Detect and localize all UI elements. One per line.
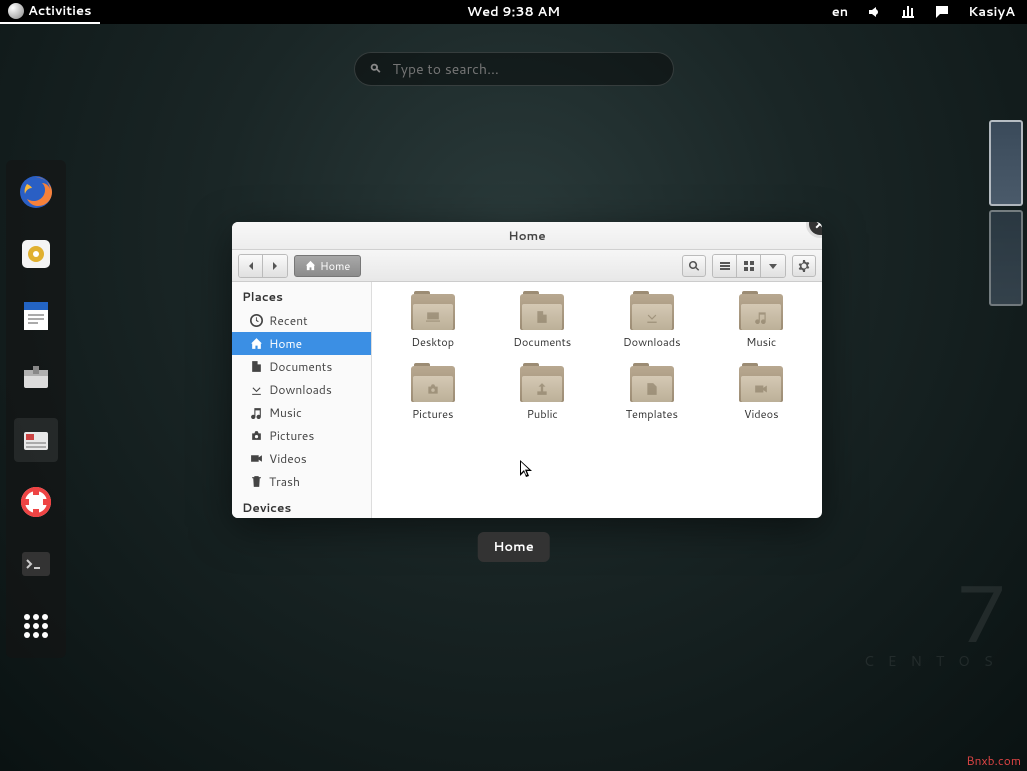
dash-help[interactable] [14,480,58,524]
window-tooltip: Home [477,532,550,562]
watermark: Bnxb.com [966,752,1021,769]
overview-search[interactable] [354,52,674,86]
folder-videos[interactable]: Videos [713,366,811,422]
folder-documents[interactable]: Documents [494,294,592,350]
view-list-button[interactable] [713,255,737,277]
sidebar-item-recent[interactable]: Recent [232,309,371,332]
folder-desktop[interactable]: Desktop [384,294,482,350]
folder-label: Downloads [623,334,681,350]
dash [6,160,66,658]
window-title: Home [508,227,545,244]
folder-label: Documents [513,334,571,350]
language-indicator[interactable]: en [832,3,848,21]
folder-label: Public [527,406,558,422]
sidebar-item-music[interactable]: Music [232,401,371,424]
sidebar-item-label: Recent [269,312,308,329]
sidebar: Places Recent Home Documents Downloads Music… [232,282,372,518]
sidebar-item-label: Videos [269,450,307,467]
toolbar-search-button[interactable] [682,255,706,277]
folder-music[interactable]: Music [713,294,811,350]
workspace-switcher [989,120,1027,306]
home-icon [305,260,316,271]
folder-grid: Desktop Documents Downloads Music Pictures Pu… [372,282,822,518]
system-tray: en KasiyA [832,3,1027,21]
folder-icon [411,366,455,402]
folder-icon [520,366,564,402]
places-heading: Places [232,282,371,309]
clock[interactable]: Wed 9:38 AM [467,3,560,21]
centos-brand: 7 CENTOS [864,571,1007,671]
dash-rhythmbox[interactable] [14,232,58,276]
folder-icon [739,294,783,330]
sidebar-item-label: Documents [269,358,332,375]
search-input[interactable] [393,59,659,79]
preferences-button[interactable] [792,255,816,277]
dash-firefox[interactable] [14,170,58,214]
sidebar-item-label: Pictures [269,427,314,444]
folder-label: Pictures [412,406,454,422]
folder-label: Templates [626,406,678,422]
gear-icon [798,260,810,272]
view-options-button[interactable] [761,255,785,277]
volume-icon[interactable] [866,4,882,20]
dash-files[interactable] [14,418,58,462]
network-icon[interactable] [900,4,916,20]
workspace-2[interactable] [989,210,1023,306]
sidebar-item-trash[interactable]: Trash [232,470,371,493]
sidebar-item-label: Home [269,335,302,352]
top-panel: Activities Wed 9:38 AM en KasiyA [0,0,1027,24]
sidebar-item-label: Music [269,404,302,421]
folder-icon [739,366,783,402]
folder-label: Desktop [411,334,454,350]
sidebar-item-home[interactable]: Home [232,332,371,355]
folder-icon [520,294,564,330]
dash-archive-manager[interactable] [14,356,58,400]
sidebar-item-pictures[interactable]: Pictures [232,424,371,447]
activities-button[interactable]: Activities [0,0,100,24]
user-menu[interactable]: KasiyA [968,3,1015,21]
folder-pictures[interactable]: Pictures [384,366,482,422]
devices-heading: Devices [232,493,371,518]
activities-icon [8,3,24,19]
path-home-button[interactable]: Home [294,255,361,277]
files-window: ✕ Home Home Places RecentHomeDocumentsDo… [232,222,822,518]
search-icon [369,62,383,76]
chat-icon[interactable] [934,4,950,20]
sidebar-item-label: Trash [269,473,300,490]
dash-terminal[interactable] [14,542,58,586]
workspace-1[interactable] [989,120,1023,206]
folder-public[interactable]: Public [494,366,592,422]
back-button[interactable] [239,255,263,277]
sidebar-item-label: Downloads [269,381,332,398]
folder-label: Music [746,334,776,350]
folder-icon [630,294,674,330]
folder-icon [630,366,674,402]
titlebar[interactable]: Home [232,222,822,250]
activities-label: Activities [28,2,92,20]
toolbar: Home [232,250,822,282]
folder-label: Videos [744,406,779,422]
view-grid-button[interactable] [737,255,761,277]
path-label: Home [320,258,350,274]
dash-apps-grid[interactable] [14,604,58,648]
folder-templates[interactable]: Templates [603,366,701,422]
sidebar-item-documents[interactable]: Documents [232,355,371,378]
sidebar-item-downloads[interactable]: Downloads [232,378,371,401]
sidebar-item-videos[interactable]: Videos [232,447,371,470]
folder-icon [411,294,455,330]
folder-downloads[interactable]: Downloads [603,294,701,350]
forward-button[interactable] [263,255,287,277]
dash-libreoffice-writer[interactable] [14,294,58,338]
